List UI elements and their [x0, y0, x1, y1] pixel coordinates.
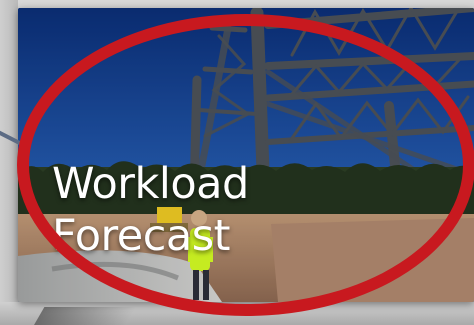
tile-title-line-2: Forecast	[52, 211, 230, 261]
workload-forecast-tile[interactable]: Workload Forecast	[18, 8, 474, 302]
left-background-strip	[0, 0, 18, 325]
tile-title-line-1: Workload	[52, 159, 249, 209]
screenshot-stage: Workload Forecast	[0, 0, 474, 325]
slide-corner-shadow	[34, 307, 137, 325]
tile-title: Workload Forecast	[52, 158, 249, 262]
